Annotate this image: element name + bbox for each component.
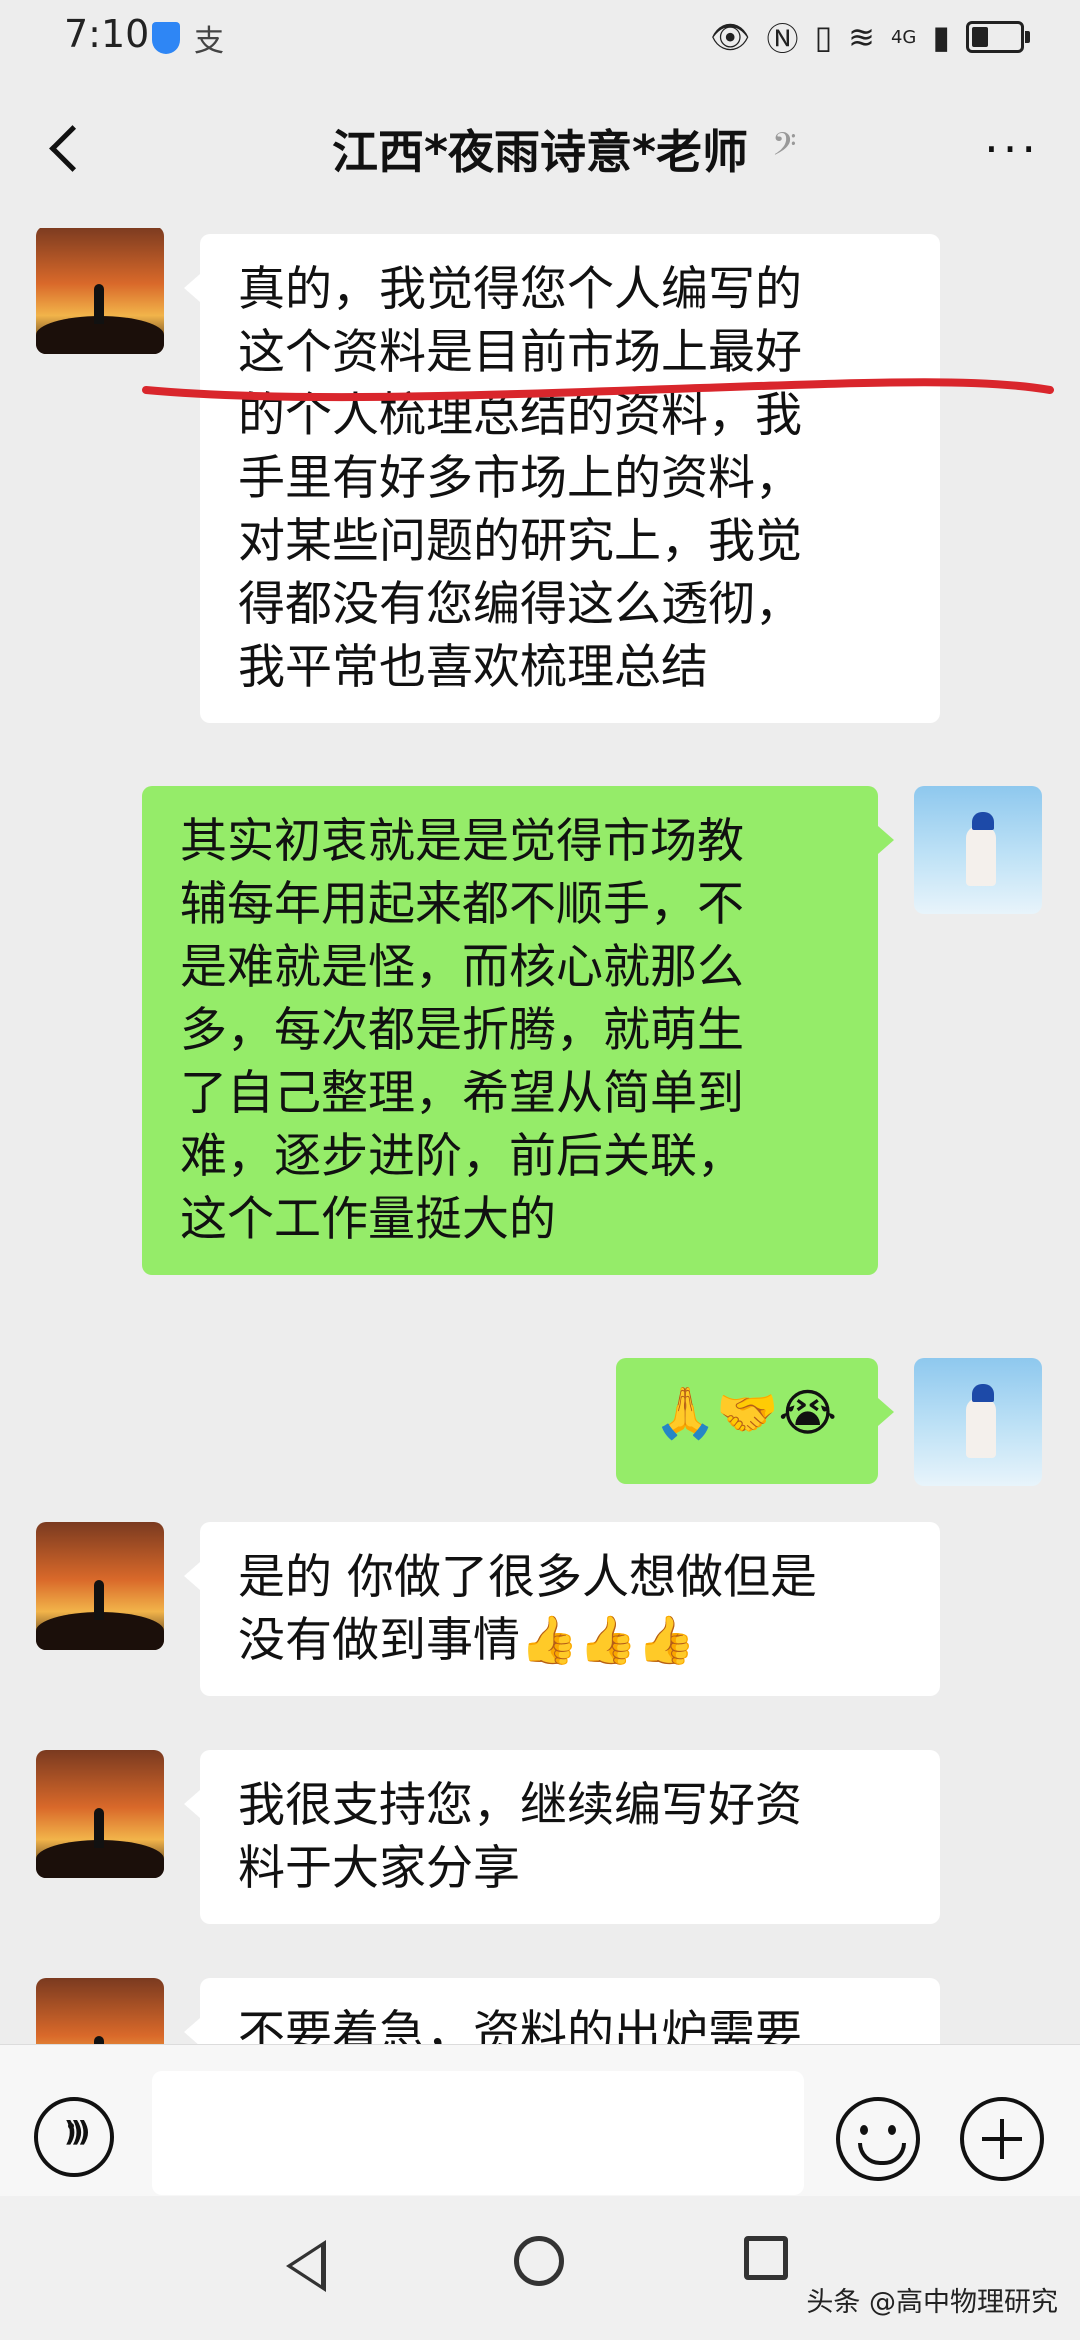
message-line: 难，逐步进阶，前后关联， (180, 1129, 744, 1184)
input-bar (0, 2044, 1080, 2197)
message-line: 得都没有您编得这么透彻， (238, 577, 802, 632)
eye-icon: 👁 (709, 18, 751, 56)
message-line: 料于大家分享 (238, 1841, 520, 1896)
battery-fill (972, 27, 988, 47)
message-line: 没有做到事情👍👍👍 (238, 1613, 696, 1668)
signal-bars-icon: ▮ (932, 18, 950, 56)
message-bubble[interactable]: 是的 你做了很多人想做但是 没有做到事情👍👍👍 (184, 1522, 940, 1696)
system-nav-bar: 头条 @高中物理研究 (0, 2196, 1080, 2340)
message-bubble[interactable]: 真的，我觉得您个人编写的 这个资料是目前市场上最好 的个人梳理总结的资料，我 手… (184, 234, 940, 723)
message-bubble[interactable]: 不要着急，资料的出炉需要 (184, 1978, 940, 2044)
message-line: 辅每年用起来都不顺手，不 (180, 877, 744, 932)
message-line: 真的，我觉得您个人编写的 (238, 262, 802, 317)
avatar-contact[interactable] (36, 1522, 164, 1650)
wifi-icon: ≋ (848, 18, 875, 56)
avatar-self[interactable] (914, 786, 1042, 914)
message-line: 我很支持您，继续编写好资 (238, 1778, 802, 1833)
message-bubble[interactable]: 我很支持您，继续编写好资 料于大家分享 (184, 1750, 940, 1924)
vibrate-icon: ▯ (814, 18, 833, 56)
chat-title: 江西*夜雨诗意*老师 (331, 125, 749, 179)
status-right-icons: 👁 Ⓝ ▯ ≋ 4G ▮ (709, 14, 1030, 60)
status-time: 7:10 (64, 12, 150, 56)
emoji-button[interactable] (836, 2097, 920, 2181)
nav-recents-icon[interactable] (744, 2236, 788, 2280)
avatar-contact[interactable] (36, 1750, 164, 1878)
nfc-icon: Ⓝ (766, 20, 799, 58)
shield-icon (152, 22, 180, 54)
more-actions-button[interactable] (960, 2097, 1044, 2181)
watermark-text: 头条 @高中物理研究 (806, 2287, 1058, 2318)
voice-input-button[interactable] (34, 2097, 114, 2177)
status-left-icons: 支 (152, 16, 224, 60)
nav-back-icon[interactable] (286, 2240, 326, 2292)
message-bubble-self[interactable]: 其实初衷就是是觉得市场教 辅每年用起来都不顺手，不 是难就是怪，而核心就那么 多… (142, 786, 894, 1275)
message-line: 这个资料是目前市场上最好 (238, 325, 802, 380)
message-line: 其实初衷就是是觉得市场教 (180, 814, 744, 869)
message-input[interactable] (152, 2071, 804, 2195)
ear-icon: 𝄢 (772, 126, 797, 170)
message-line: 是的 你做了很多人想做但是 (238, 1550, 817, 1605)
more-button[interactable]: ··· (984, 122, 1040, 176)
message-line: 对某些问题的研究上，我觉 (238, 514, 802, 569)
message-line: 我平常也喜欢梳理总结 (238, 640, 708, 695)
avatar-self[interactable] (914, 1358, 1042, 1486)
avatar-contact[interactable] (36, 1978, 164, 2044)
alipay-icon: 支 (194, 24, 224, 59)
message-emoji: 🙏🤝😭 (654, 1384, 837, 1442)
message-bubble-self[interactable]: 🙏🤝😭 (616, 1358, 894, 1484)
status-bar: 7:10 支 👁 Ⓝ ▯ ≋ 4G ▮ (0, 0, 1080, 72)
message-line: 不要着急，资料的出炉需要 (238, 2006, 802, 2044)
signal-icon: 4G (890, 26, 917, 48)
chat-header: 江西*夜雨诗意*老师 𝄢 ··· (0, 72, 1080, 228)
message-line: 这个工作量挺大的 (180, 1192, 556, 1247)
message-line: 的个人梳理总结的资料，我 (238, 388, 802, 443)
message-line: 是难就是怪，而核心就那么 (180, 940, 744, 995)
message-line: 手里有好多市场上的资料， (238, 451, 802, 506)
nav-home-icon[interactable] (514, 2236, 564, 2286)
message-line: 多，每次都是折腾，就萌生 (180, 1003, 744, 1058)
message-line: 了自己整理，希望从简单到 (180, 1066, 744, 1121)
avatar-contact[interactable] (36, 228, 164, 354)
chat-area: 真的，我觉得您个人编写的 这个资料是目前市场上最好 的个人梳理总结的资料，我 手… (0, 228, 1080, 2044)
battery-icon (966, 21, 1030, 53)
